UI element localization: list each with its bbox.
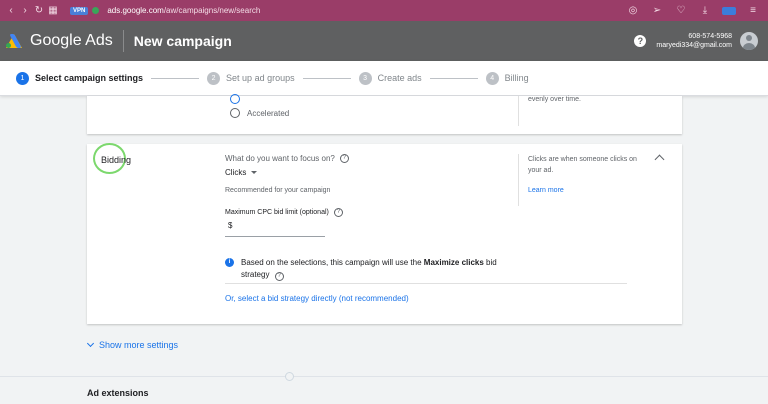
step-label: Create ads [377, 73, 422, 83]
radio-button[interactable] [230, 94, 240, 104]
column-divider [518, 154, 519, 206]
bidding-title[interactable]: Bidding [101, 155, 131, 165]
step-ad-groups[interactable]: 2 Set up ad groups [207, 71, 295, 85]
url-host: ads.google.com [107, 6, 164, 15]
strategy-info: i Based on the selections, this campaign… [225, 257, 625, 281]
account-info[interactable]: 608-574-5968 maryedi334@gmail.com [656, 32, 732, 50]
radio-button[interactable] [230, 108, 240, 118]
extension-icon[interactable] [722, 6, 736, 15]
scroll-handle[interactable] [285, 372, 294, 381]
step-number: 4 [485, 71, 499, 85]
cpc-bid-input[interactable]: $ [225, 221, 325, 237]
select-bid-strategy-link[interactable]: Or, select a bid strategy directly (not … [225, 294, 409, 303]
strategy-info-text: Based on the selections, this campaign w… [241, 257, 497, 281]
show-more-settings[interactable]: Show more settings [86, 339, 179, 350]
help-icon[interactable]: ? [339, 154, 349, 163]
menu-icon[interactable]: ≡ [746, 5, 760, 16]
step-campaign-settings[interactable]: 1 Select campaign settings [16, 71, 144, 85]
step-connector [429, 77, 478, 79]
delivery-card: Accelerated evenly over time. [87, 94, 682, 134]
reload-icon[interactable]: ↻ [32, 5, 46, 16]
url-path: /aw/campaigns/new/search [163, 6, 261, 15]
vpn-badge[interactable]: VPN [70, 6, 89, 15]
step-label: Select campaign settings [35, 73, 144, 83]
learn-more-link[interactable]: Learn more [528, 187, 564, 194]
brand-name[interactable]: Google Ads [30, 32, 113, 50]
browser-toolbar: ‹ › ↻ ▦ VPN ads.google.com/aw/campaigns/… [0, 0, 768, 21]
show-more-label: Show more settings [99, 340, 179, 350]
section-divider [0, 376, 768, 377]
avatar[interactable] [740, 32, 758, 50]
info-text-line2: strategy [241, 270, 270, 279]
account-phone: 608-574-5968 [688, 33, 732, 40]
info-text-post: bid [483, 258, 497, 267]
google-ads-logo-icon[interactable] [6, 34, 22, 48]
step-label: Billing [504, 73, 529, 83]
account-email: maryedi334@gmail.com [656, 42, 732, 49]
info-text-pre: Based on the selections, this campaign w… [241, 258, 424, 267]
focus-dropdown[interactable]: Clicks [225, 168, 258, 177]
step-connector [151, 77, 200, 79]
address-bar[interactable]: ads.google.com/aw/campaigns/new/search [107, 6, 260, 15]
focus-question-text: What do you want to focus on? [225, 154, 335, 163]
campaign-stepper: 1 Select campaign settings 2 Set up ad g… [0, 61, 768, 96]
ad-extensions-heading: Ad extensions [87, 388, 149, 398]
divider [225, 283, 627, 284]
radio-accelerated[interactable]: Accelerated [230, 108, 289, 118]
chevron-down-icon [86, 339, 95, 348]
column-divider [518, 96, 519, 126]
grid-icon[interactable]: ▦ [46, 5, 60, 16]
step-number: 1 [16, 71, 29, 85]
step-billing[interactable]: 4 Billing [485, 71, 529, 85]
heart-icon[interactable]: ♡ [674, 5, 688, 16]
step-create-ads[interactable]: 3 Create ads [358, 71, 422, 85]
recommended-note: Recommended for your campaign [225, 187, 331, 194]
cpc-label-text: Maximum CPC bid limit (optional) [225, 209, 329, 216]
help-icon[interactable]: ? [634, 35, 647, 47]
header-divider [122, 30, 124, 52]
cpc-label: Maximum CPC bid limit (optional) ? [225, 208, 343, 217]
info-icon: i [225, 258, 234, 267]
focus-question: What do you want to focus on? ? [225, 154, 349, 163]
camera-icon[interactable]: ◎ [626, 5, 640, 16]
help-icon[interactable]: ? [333, 208, 343, 217]
secure-icon [92, 7, 100, 14]
step-connector [302, 77, 351, 79]
step-label: Set up ad groups [226, 73, 295, 83]
chevron-up-icon[interactable] [654, 154, 665, 165]
delivery-side-note: evenly over time. [528, 96, 581, 103]
forward-icon[interactable]: › [18, 5, 32, 16]
bidding-card: Bidding What do you want to focus on? ? … [87, 143, 682, 324]
radio-label: Accelerated [247, 108, 290, 118]
app-header: Google Ads New campaign ? 608-574-5968 m… [0, 21, 768, 61]
back-icon[interactable]: ‹ [4, 5, 18, 16]
caret-down-icon [251, 171, 258, 174]
radio-standard[interactable] [230, 94, 247, 104]
bidding-side-note: Clicks are when someone clicks on your a… [528, 156, 637, 174]
currency-prefix: $ [228, 221, 233, 230]
send-icon[interactable]: ➢ [650, 5, 664, 16]
help-icon[interactable]: ? [274, 272, 284, 281]
info-text-bold: Maximize clicks [423, 258, 484, 267]
step-number: 2 [207, 71, 221, 85]
step-number: 3 [358, 71, 372, 85]
focus-dropdown-value: Clicks [225, 168, 247, 177]
page-title: New campaign [133, 33, 232, 49]
download-icon[interactable]: ⤓ [698, 5, 712, 16]
